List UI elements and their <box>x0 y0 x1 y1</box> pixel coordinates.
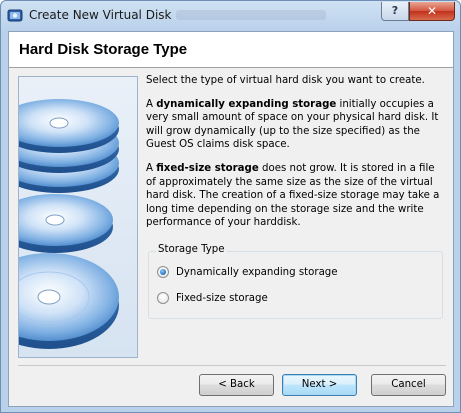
wizard-client-area: Hard Disk Storage Type Select the type o… <box>8 31 454 407</box>
radio-dynamic-storage[interactable]: Dynamically expanding storage <box>157 265 338 279</box>
hard-disk-illustration <box>18 76 138 358</box>
next-button[interactable]: Next > <box>282 374 357 396</box>
disc-stack-top <box>19 99 119 193</box>
storage-type-label: Storage Type <box>156 244 227 255</box>
dynamic-storage-term: dynamically expanding storage <box>156 98 337 110</box>
storage-type-group: Storage Type Dynamically expanding stora… <box>148 244 443 319</box>
fixed-storage-term: fixed-size storage <box>156 162 259 174</box>
virtualbox-app-icon <box>7 7 23 23</box>
window-title: Create New Virtual Disk <box>29 8 172 22</box>
radio-dynamic-label[interactable]: Dynamically expanding storage <box>176 267 338 278</box>
create-virtual-disk-window: Create New Virtual Disk ? ✕ Hard Disk St… <box>0 0 461 413</box>
dynamic-prefix: A <box>146 98 157 110</box>
wizard-header: Hard Disk Storage Type <box>9 32 453 68</box>
close-button[interactable]: ✕ <box>409 2 455 21</box>
page-title: Hard Disk Storage Type <box>19 41 188 58</box>
radio-fixed-label[interactable]: Fixed-size storage <box>176 293 268 304</box>
title-bar[interactable]: Create New Virtual Disk ? ✕ <box>1 1 460 31</box>
radio-fixed-indicator[interactable] <box>157 292 169 304</box>
fixed-prefix: A <box>146 162 157 174</box>
description-text: Select the type of virtual hard disk you… <box>146 74 446 240</box>
fixed-storage-paragraph: A fixed-size storage does not grow. It i… <box>146 162 446 230</box>
radio-fixed-storage[interactable]: Fixed-size storage <box>157 291 268 305</box>
dynamic-storage-paragraph: A dynamically expanding storage initiall… <box>146 98 446 152</box>
disc-stack-middle <box>19 194 113 253</box>
disc-large-bottom <box>19 253 119 349</box>
footer-separator <box>18 365 446 366</box>
cancel-button[interactable]: Cancel <box>371 374 446 396</box>
intro-paragraph: Select the type of virtual hard disk you… <box>146 75 425 86</box>
radio-dynamic-indicator[interactable] <box>157 266 169 278</box>
back-button[interactable]: < Back <box>199 374 274 396</box>
title-bar-ghost-text <box>176 10 326 20</box>
help-button[interactable]: ? <box>381 2 409 21</box>
